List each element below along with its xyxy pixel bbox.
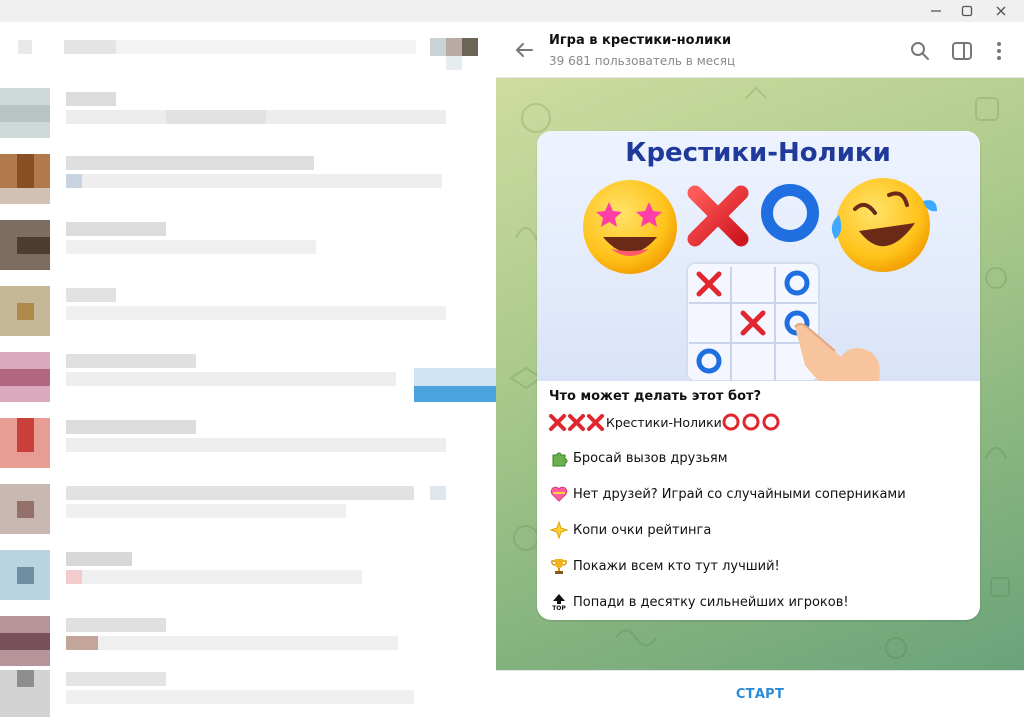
cross-mark-icon [687,185,749,247]
chat-area: Крестики-Нолики Что может делать этот бо… [496,78,1024,670]
chat-title[interactable]: Игра в крестики-нолики [549,33,731,48]
three-crosses-icon [549,414,604,431]
chat-list-item[interactable] [0,220,496,286]
bot-description: Что может делать этот бот? Крестики-Ноли… [549,389,969,611]
chat-list-sidebar [0,22,496,717]
arrow-left-icon [516,43,533,57]
puzzle-icon [549,448,569,468]
window-titlebar [0,0,1024,22]
panel-icon [952,42,972,60]
minimize-button[interactable] [920,0,952,22]
bot-info-card: Крестики-Нолики Что может делать этот бо… [537,131,980,620]
chat-list-item[interactable] [0,670,496,717]
chat-list-header[interactable] [0,22,496,72]
close-icon [996,6,1006,16]
sparkle-star-icon [549,520,569,540]
laughing-emoji-icon [831,178,937,272]
feature-item: Копи очки рейтинга [549,519,711,541]
more-menu-button[interactable] [988,40,1010,62]
chat-subtitle: 39 681 пользователь в месяц [549,54,736,68]
chat-list-item[interactable] [0,352,496,418]
back-button[interactable] [512,38,536,62]
trophy-icon [549,556,569,576]
close-button[interactable] [985,0,1017,22]
three-circles-icon [722,413,780,431]
more-vertical-icon [997,42,1001,60]
star-eyes-emoji-icon [583,180,677,274]
description-heading: Что может делать этот бот? [549,389,762,404]
chat-list-item[interactable] [0,154,496,220]
sidebar-toggle-button[interactable] [951,40,973,62]
chat-list-item[interactable] [0,418,496,484]
tic-tac-toe-illustration: Крестики-Нолики [583,138,937,382]
search-icon [911,42,929,60]
chat-header: Игра в крестики-нолики 39 681 пользовате… [496,22,1024,78]
chat-list-item[interactable] [0,484,496,550]
minimize-icon [931,10,941,12]
banner-title: Крестики-Нолики [625,138,891,168]
feature-item: Покажи всем кто тут лучший! [549,555,780,577]
maximize-button[interactable] [951,0,983,22]
search-button[interactable] [909,40,931,62]
chat-list-item[interactable] [0,550,496,616]
chat-list-item[interactable] [0,286,496,352]
feature-item: TOP Попади в десятку сильнейших игроков! [549,591,849,613]
game-line-text: Крестики-Нолики [606,414,722,430]
chat-list-item[interactable] [0,88,496,154]
top-arrow-icon: TOP [549,592,569,612]
svg-text:TOP: TOP [552,605,566,611]
circle-mark-icon [761,184,819,242]
feature-item: Бросай вызов друзьям [549,447,728,469]
start-button[interactable]: СТАРТ [736,687,784,702]
start-bar: СТАРТ [496,670,1024,717]
feature-item: Нет друзей? Играй со случайными соперник… [549,483,906,505]
bot-banner-image: Крестики-Нолики [537,131,980,382]
game-board [686,262,820,382]
heart-icon [549,484,569,504]
maximize-icon [961,5,973,17]
game-line: Крестики-Нолики [549,411,782,433]
